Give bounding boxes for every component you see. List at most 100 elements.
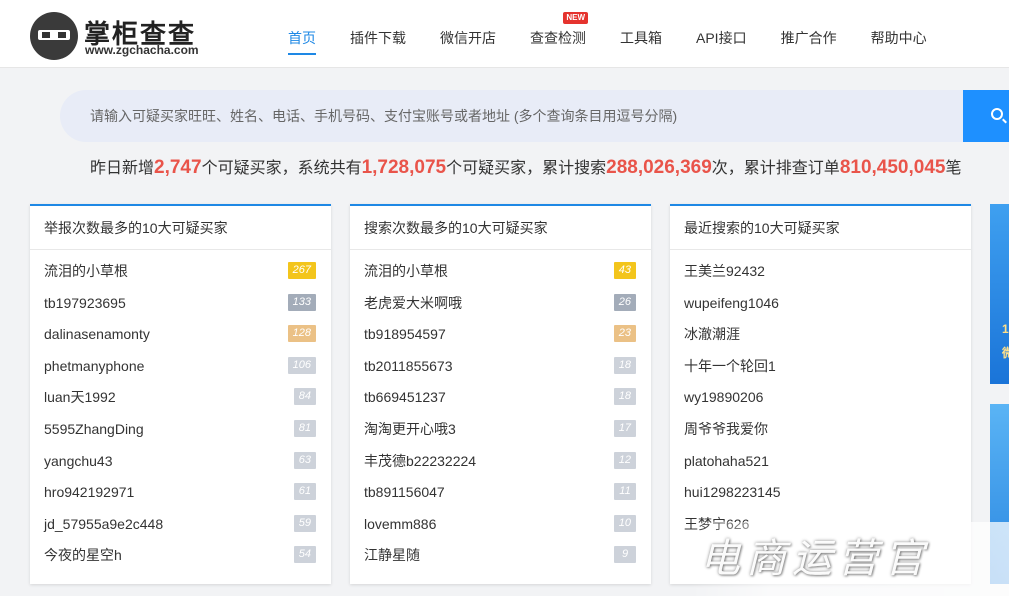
count-badge: 17 (613, 419, 636, 437)
count-badge: 84 (293, 388, 316, 406)
side-ad-banner[interactable]: 1 微 (990, 204, 1009, 384)
buyer-name: 冰澈潮涯 (684, 326, 740, 343)
count-badge: 59 (293, 514, 316, 532)
nav-plugin-download[interactable]: 插件下载 (332, 0, 422, 68)
top-bar: 掌柜查查 www.zgchacha.com 首页 插件下载 微信开店 查查检测 … (0, 0, 1009, 68)
buyer-name: 流泪的小草根 (44, 263, 128, 279)
list-item[interactable]: lovemm886 10 (350, 509, 651, 541)
logo[interactable]: 掌柜查查 www.zgchacha.com (30, 12, 220, 62)
list-item[interactable]: 流泪的小草根 43 (350, 256, 651, 288)
stats-text: 个可疑买家，系统共有 (201, 160, 362, 177)
nav-home[interactable]: 首页 (270, 0, 332, 68)
list-item[interactable]: wy19890206 (670, 382, 971, 414)
buyer-name: luan天1992 (44, 389, 116, 406)
list-item[interactable]: 江静星随 9 (350, 540, 651, 572)
stat-total-orders: 810,450,045 (839, 157, 946, 178)
list-item[interactable]: jd_57955a9e2c448 59 (30, 509, 331, 541)
buyer-name: platohaha521 (684, 452, 769, 469)
count-badge: 11 (614, 483, 636, 501)
search-icon (991, 108, 1003, 120)
list-item[interactable]: hro942192971 61 (30, 477, 331, 509)
list-item[interactable]: dalinasenamonty 128 (30, 319, 331, 351)
panel-title: 搜索次数最多的10大可疑买家 (350, 206, 651, 250)
list-item[interactable]: 冰澈潮涯 (670, 319, 971, 351)
stats-text: 笔 (945, 160, 962, 177)
list-item[interactable]: 5595ZhangDing 81 (30, 414, 331, 446)
count-badge: 267 (287, 262, 316, 279)
count-badge: 18 (613, 356, 636, 374)
list-item[interactable]: phetmanyphone 106 (30, 351, 331, 383)
list-item[interactable]: 十年一个轮回1 (670, 351, 971, 383)
buyer-name: lovemm886 (364, 515, 437, 532)
list-item[interactable]: 丰茂德b22232224 12 (350, 446, 651, 478)
list-item[interactable]: 今夜的星空h 54 (30, 540, 331, 572)
buyer-name: tb918954597 (364, 326, 446, 343)
list-item[interactable]: 流泪的小草根 267 (30, 256, 331, 288)
nav-label: 查查检测 (530, 30, 586, 46)
list-item[interactable]: hui1298223145 (670, 477, 971, 509)
buyer-name: 淘淘更开心哦3 (364, 420, 456, 437)
nav-promotion[interactable]: 推广合作 (763, 0, 853, 68)
count-badge: 12 (613, 451, 636, 469)
list-item[interactable]: yangchu43 63 (30, 446, 331, 478)
buyer-name: 今夜的星空h (44, 547, 122, 564)
buyer-name: wy19890206 (684, 389, 764, 406)
list-item[interactable]: tb669451237 18 (350, 382, 651, 414)
panel-title: 举报次数最多的10大可疑买家 (30, 206, 331, 250)
buyer-name: hui1298223145 (684, 484, 781, 501)
count-badge: 18 (613, 388, 636, 406)
nav-api[interactable]: API接口 (678, 0, 763, 68)
nav-toolbox[interactable]: 工具箱 (602, 0, 678, 68)
list-item[interactable]: tb918954597 23 (350, 319, 651, 351)
count-badge: 63 (293, 451, 316, 469)
logo-mascot-icon (30, 12, 78, 60)
stats-text: 昨日新增 (90, 160, 155, 177)
count-badge: 61 (293, 483, 316, 501)
list-item[interactable]: 老虎爱大米啊哦 26 (350, 288, 651, 320)
logo-url: www.zgchacha.com (85, 43, 199, 57)
buyer-name: 5595ZhangDing (44, 420, 144, 437)
buyer-name: tb891156047 (364, 484, 445, 501)
buyer-name: phetmanyphone (44, 357, 145, 374)
count-badge: 9 (614, 546, 636, 564)
stat-new-yesterday: 2,747 (154, 157, 202, 178)
nav-wechat-shop[interactable]: 微信开店 (422, 0, 512, 68)
count-badge: 26 (613, 293, 636, 311)
buyer-name: tb197923695 (44, 294, 126, 311)
buyer-name: 江静星随 (364, 547, 420, 564)
list-item[interactable]: tb2011855673 18 (350, 351, 651, 383)
stats-line: 昨日新增2,747个可疑买家，系统共有1,728,075个可疑买家，累计搜索28… (90, 154, 962, 179)
list-item[interactable]: tb197923695 133 (30, 288, 331, 320)
side-banner-text: 微 (1002, 346, 1009, 360)
buyer-list: 王美兰92432 wupeifeng1046 冰澈潮涯 十年一个轮回1 wy19… (670, 250, 971, 540)
panel-most-searched: 搜索次数最多的10大可疑买家 流泪的小草根 43 老虎爱大米啊哦 26 tb9189… (350, 204, 651, 584)
nav-help-center[interactable]: 帮助中心 (853, 0, 943, 68)
stat-total-searches: 288,026,369 (606, 157, 712, 178)
stats-text: 个可疑买家，累计搜索 (446, 160, 607, 177)
buyer-name: 老虎爱大米啊哦 (364, 294, 462, 311)
buyer-name: 流泪的小草根 (364, 263, 448, 279)
list-item[interactable]: tb891156047 11 (350, 477, 651, 509)
count-badge: 106 (287, 356, 316, 374)
buyer-name: yangchu43 (44, 452, 113, 469)
nav-check-detect[interactable]: 查查检测 NEW (512, 0, 602, 68)
buyer-name: 周爷爷我爱你 (684, 420, 768, 437)
search-input[interactable] (90, 90, 950, 142)
list-item[interactable]: 淘淘更开心哦3 17 (350, 414, 651, 446)
buyer-name: tb669451237 (364, 389, 446, 406)
main-nav: 首页 插件下载 微信开店 查查检测 NEW 工具箱 API接口 推广合作 帮助中… (270, 0, 943, 68)
buyer-name: jd_57955a9e2c448 (44, 515, 164, 532)
buyer-name: 十年一个轮回1 (684, 357, 776, 374)
buyer-name: dalinasenamonty (44, 326, 150, 343)
count-badge: 128 (287, 325, 316, 343)
buyer-list: 流泪的小草根 43 老虎爱大米啊哦 26 tb918954597 23 tb20118… (350, 250, 651, 572)
buyer-name: 王美兰92432 (684, 263, 765, 279)
list-item[interactable]: 王美兰92432 (670, 256, 971, 288)
list-item[interactable]: platohaha521 (670, 446, 971, 478)
list-item[interactable]: 周爷爷我爱你 (670, 414, 971, 446)
count-badge: 54 (293, 546, 316, 564)
list-item[interactable]: wupeifeng1046 (670, 288, 971, 320)
list-item[interactable]: luan天1992 84 (30, 382, 331, 414)
buyer-name: 丰茂德b22232224 (364, 452, 477, 469)
search-button[interactable] (963, 90, 1009, 142)
